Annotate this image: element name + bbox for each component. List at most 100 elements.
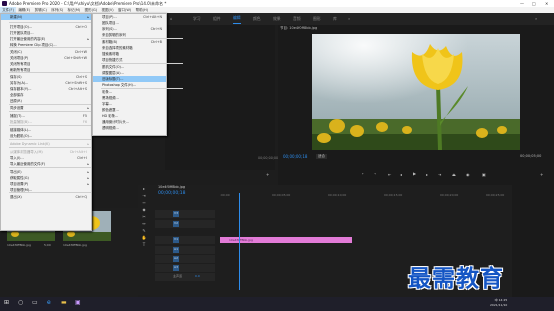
- menu-item-shortcut: Ctrl+Q: [75, 195, 87, 199]
- menu-separator: [9, 22, 91, 23]
- pen-tool-icon[interactable]: ✎: [138, 227, 150, 234]
- master-label: 主声道: [173, 274, 183, 278]
- mark-out-icon[interactable]: ⌝: [374, 172, 376, 177]
- task-view-icon[interactable]: ▭: [32, 299, 38, 306]
- mark-in-icon[interactable]: ⌜: [362, 172, 364, 177]
- track-label: A1: [173, 247, 179, 253]
- start-icon[interactable]: ⊞: [4, 299, 9, 306]
- ruler-label: :00;00: [220, 193, 230, 197]
- program-monitor-tab[interactable]: 节目: 10e4f0ff8bb.jpg: [280, 26, 317, 31]
- source-monitor: [165, 25, 275, 170]
- go-to-out-icon[interactable]: ⇥: [438, 172, 441, 177]
- maximize-button[interactable]: □: [532, 0, 536, 7]
- program-timecode[interactable]: 00;00;00;18: [283, 154, 307, 159]
- source-add-icon[interactable]: +: [266, 172, 269, 177]
- menu-separator: [101, 63, 183, 64]
- clock-time: 14:25: [498, 298, 508, 302]
- menu-item-label: 新建(N): [10, 15, 22, 19]
- workspace-editing[interactable]: 编辑: [233, 13, 241, 24]
- ruler-label: 00;00;25;00: [486, 193, 505, 197]
- selection-tool-icon[interactable]: ▸: [138, 185, 150, 192]
- step-forward-icon[interactable]: ▸: [426, 172, 428, 177]
- menu-separator: [9, 111, 91, 112]
- ruler-label: 00;00;10;00: [328, 193, 347, 197]
- premiere-taskbar-icon[interactable]: ▣: [75, 299, 81, 306]
- timeline-timecode[interactable]: 00;00;00;18: [158, 191, 185, 196]
- track-label: A3: [173, 265, 179, 271]
- audio-meter: [512, 185, 554, 297]
- ruler-label: 00;00;20;00: [440, 193, 459, 197]
- workspace-learn[interactable]: 学习: [193, 13, 201, 25]
- go-to-in-icon[interactable]: ⇤: [388, 172, 391, 177]
- menu-separator: [9, 47, 91, 48]
- workspace-color[interactable]: 颜色: [253, 13, 261, 25]
- time-ruler[interactable]: :00;00 00;00;05;00 00;00;10;00 00;00;15;…: [218, 193, 512, 200]
- title-bar: Adobe Premiere Pro 2020 - C:\用户\shiyu\文档…: [0, 0, 554, 7]
- close-button[interactable]: ✕: [545, 0, 548, 7]
- search-icon[interactable]: ⌕: [535, 13, 537, 25]
- new-submenu: 项目(P)... Ctrl+Alt+N 团队项目... 序列(S)... Ctrl+N 来…: [92, 13, 183, 136]
- workspace-graphics[interactable]: 图形: [313, 13, 321, 25]
- home-icon[interactable]: ⌂: [170, 13, 172, 25]
- menu-separator: [9, 192, 91, 193]
- project-item-name: 10e4f0ff8bb.jpg: [7, 243, 31, 247]
- ruler-label: 00;00;15;00: [384, 193, 403, 197]
- zoom-fit-select[interactable]: 适合: [316, 154, 327, 159]
- razor-prep-icon[interactable]: ◆: [138, 206, 150, 213]
- menu-item-label: 透明视频...: [102, 126, 119, 130]
- ime-indicator[interactable]: 中: [495, 298, 498, 302]
- razor-tool-icon[interactable]: ✂: [138, 213, 150, 220]
- lift-icon[interactable]: ⏏: [452, 172, 456, 177]
- track-header[interactable]: A1: [155, 246, 215, 254]
- file-menu: 新建(N) ▸ 打开项目(O)... Ctrl+O 打开团队项目... 打开最近使用的内容…: [0, 13, 92, 231]
- menu-separator: [9, 139, 91, 140]
- track-label: V1: [173, 237, 179, 243]
- track-header[interactable]: V2: [155, 220, 215, 228]
- workspace-effects[interactable]: 效果: [273, 13, 281, 25]
- track-header[interactable]: A3: [155, 264, 215, 272]
- clock-date: 2021/11/10: [490, 303, 508, 307]
- type-tool-icon[interactable]: T: [138, 241, 150, 248]
- taskbar: ⊞ ○ ▭ e ▬ ▣: [0, 297, 554, 311]
- project-item-name: 10e4f0ff8bb.jpg: [63, 243, 87, 247]
- export-frame-icon[interactable]: ◉: [466, 172, 470, 177]
- search-icon[interactable]: ○: [18, 299, 23, 306]
- timeline-tab[interactable]: 10e4f0ff8bb.jpg: [158, 185, 185, 189]
- menu-item[interactable]: 透明视频...: [93, 125, 166, 131]
- track-header[interactable]: V1: [155, 236, 215, 244]
- program-duration: 00;00;05;00: [520, 154, 542, 158]
- ripple-edit-tool-icon[interactable]: ⇿: [138, 199, 150, 206]
- workspace-assembly[interactable]: 组件: [213, 13, 221, 25]
- track-select-tool-icon[interactable]: ⇥: [138, 192, 150, 199]
- minimize-button[interactable]: —: [520, 0, 524, 7]
- master-volume[interactable]: 0.0: [195, 273, 200, 281]
- menu-item-label: 退出(X): [10, 195, 22, 199]
- menu-separator: [9, 72, 91, 73]
- track-label: V3: [173, 211, 179, 217]
- menu-item[interactable]: 新建(N) ▸: [1, 14, 91, 20]
- track-label: V2: [173, 221, 179, 227]
- edge-icon[interactable]: e: [47, 299, 51, 306]
- slip-tool-icon[interactable]: ↔: [138, 220, 150, 227]
- add-button-icon[interactable]: +: [540, 172, 543, 177]
- playhead[interactable]: [239, 193, 240, 290]
- workspace-audio[interactable]: 音频: [293, 13, 301, 25]
- workspace-libraries[interactable]: 库: [333, 13, 337, 25]
- program-preview-image: [312, 34, 520, 150]
- comparison-view-icon[interactable]: ▣: [482, 172, 486, 177]
- menu-item[interactable]: 退出(X) Ctrl+Q: [1, 194, 91, 200]
- menu-separator: [101, 38, 183, 39]
- step-back-icon[interactable]: ◂: [400, 172, 402, 177]
- system-tray[interactable]: 中 14:25 2021/11/10: [490, 298, 507, 308]
- track-header[interactable]: V3: [155, 210, 215, 218]
- track-header[interactable]: A2: [155, 255, 215, 263]
- more-workspaces-icon[interactable]: »: [348, 13, 350, 25]
- ruler-label: 00;00;05;00: [272, 193, 291, 197]
- explorer-icon[interactable]: ▬: [61, 299, 67, 306]
- play-icon[interactable]: ▶: [413, 171, 416, 176]
- menu-separator: [101, 88, 183, 89]
- master-track-header[interactable]: 主声道 0.0: [155, 273, 215, 281]
- source-timecode: 00;00;00;00: [258, 156, 279, 160]
- hand-tool-icon[interactable]: ✋: [138, 234, 150, 241]
- workspace-bar: ⌂ 学习 组件 编辑 颜色 效果 音频 图形 库 » ⌕: [165, 13, 554, 25]
